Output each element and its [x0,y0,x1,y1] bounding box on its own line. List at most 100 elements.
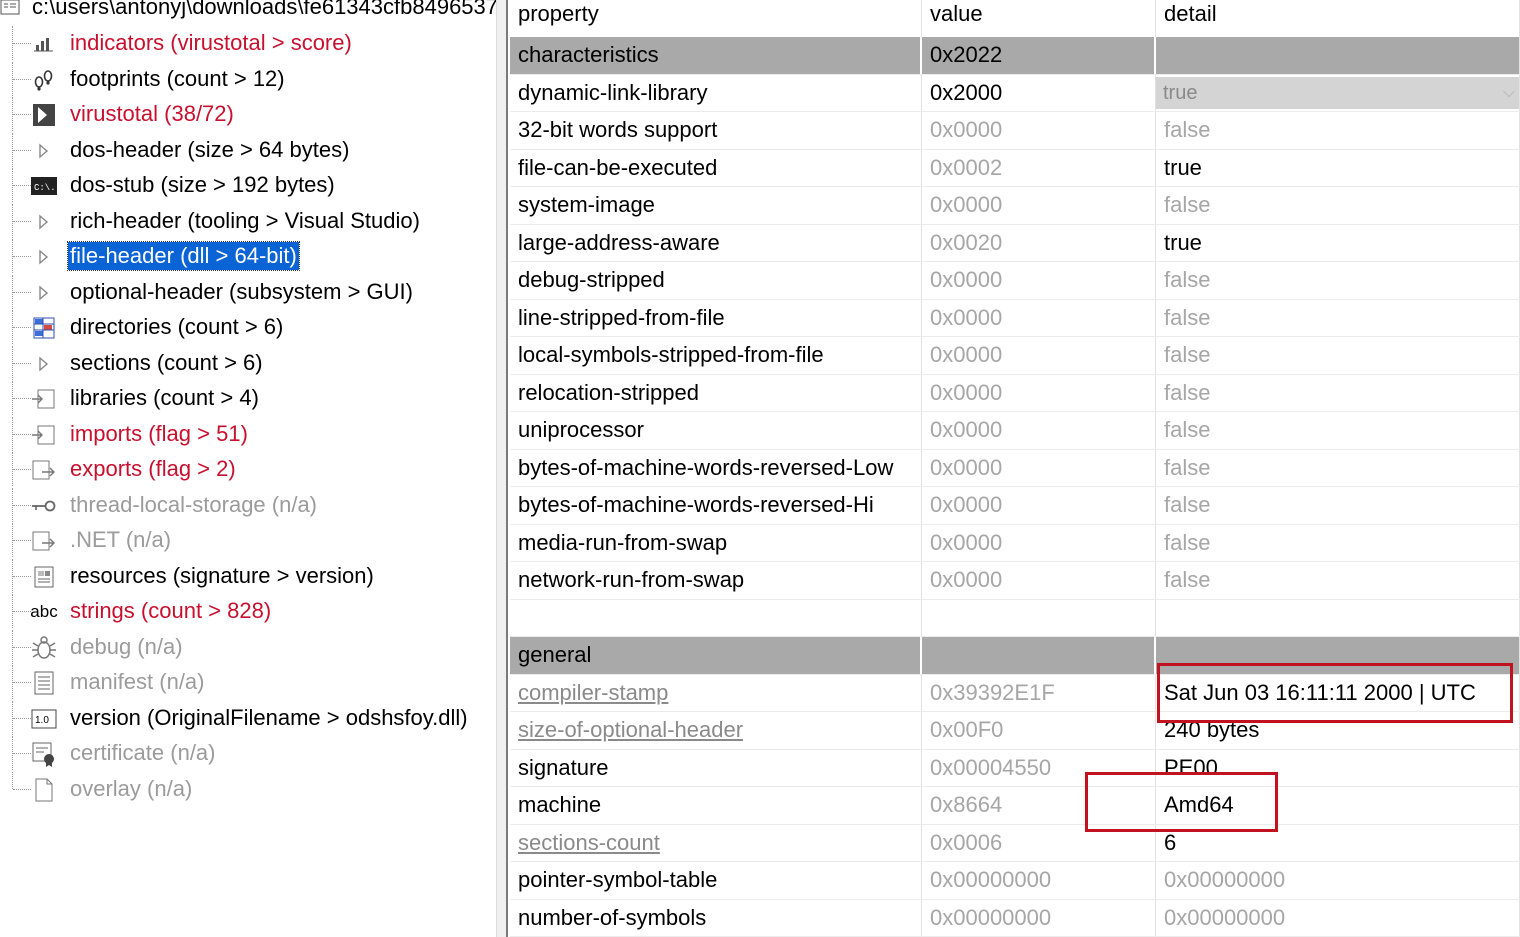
detail-dropdown[interactable]: true ⌵ [1156,76,1519,109]
file-list-icon [0,0,22,17]
column-header-value[interactable]: value [922,0,1156,37]
table-row[interactable]: file-can-be-executed 0x0002 true [510,149,1520,187]
table-row[interactable]: pointer-symbol-table 0x00000000 0x00000000 [510,862,1520,900]
table-row[interactable]: machine 0x8664 Amd64 [510,787,1520,825]
column-header-detail[interactable]: detail [1156,0,1520,37]
column-header-property[interactable]: property [510,0,922,37]
table-row[interactable]: system-image 0x0000 false [510,187,1520,225]
table-row[interactable]: dynamic-link-library 0x2000 true ⌵ [510,74,1520,112]
tree-node-label: optional-header (subsystem > GUI) [70,278,413,304]
certificate-icon [31,742,57,767]
property-link[interactable]: compiler-stamp [518,680,668,705]
expand-arrow-icon[interactable] [31,281,57,305]
tree-connector [12,203,31,238]
property-label: general [518,642,592,667]
table-row[interactable]: network-run-from-swap 0x0000 false [510,562,1520,600]
table-row[interactable]: debug-stripped 0x0000 false [510,262,1520,300]
property-label: local-symbols-stripped-from-file [518,342,824,367]
column-header-detail-label: detail [1164,1,1217,26]
table-row[interactable]: large-address-aware 0x0020 true [510,224,1520,262]
expand-arrow-icon[interactable] [31,352,57,376]
property-label: bytes-of-machine-words-reversed-Low [518,454,894,480]
table-row[interactable]: uniprocessor 0x0000 false [510,412,1520,450]
value-cell: 0x00000000 [922,862,1156,899]
detail-cell: false [1156,374,1520,411]
table-row[interactable]: media-run-from-swap 0x0000 false [510,524,1520,562]
property-cell: machine [510,787,922,824]
tree-node-label: thread-local-storage (n/a) [70,491,318,517]
table-row[interactable]: number-of-symbols 0x00000000 0x00000000 [510,899,1520,937]
table-row[interactable]: size-of-optional-header 0x00F0 240 bytes [510,712,1520,750]
detail-cell: 6 [1156,824,1520,861]
key-icon [31,494,57,518]
tree-root[interactable]: c:\users\antonyj\downloads\fe61343cfb849… [0,0,496,22]
property-grid[interactable]: property value detail characteristics 0x2… [510,0,1520,937]
value-cell: 0x0000 [922,487,1156,524]
resources-icon [31,565,57,589]
property-link[interactable]: size-of-optional-header [518,717,743,742]
property-cell: general [510,637,922,674]
chevron-down-icon[interactable]: ⌵ [1503,77,1515,109]
property-cell: local-symbols-stripped-from-file [510,337,922,374]
tree-connector [12,523,31,557]
table-row[interactable]: line-stripped-from-file 0x0000 false [510,299,1520,337]
tree-connector [12,274,31,309]
tree-connector [12,416,31,451]
detail-cell: false [1156,187,1520,224]
table-row[interactable]: local-symbols-stripped-from-file 0x0000 fa… [510,337,1520,375]
expand-arrow-icon[interactable] [31,210,57,234]
property-label: number-of-symbols [518,904,707,930]
property-label: signature [518,754,609,780]
table-row[interactable]: sections-count 0x0006 6 [510,824,1520,862]
tree-node-label: directories (count > 6) [70,314,284,339]
property-cell: compiler-stamp [510,674,922,711]
detail-cell: PE00 [1156,749,1520,786]
property-label: uniprocessor [518,417,644,442]
detail-cell: false [1156,562,1520,599]
value-cell: 0x8664 [922,787,1156,824]
tree-connector [12,61,31,96]
tree-node-label: overlay (n/a) [70,775,193,801]
tree-node-label: footprints (count > 12) [70,65,285,91]
property-cell: file-can-be-executed [510,149,922,186]
tree-connector [12,736,31,770]
tree-node-label: debug (n/a) [70,633,183,659]
column-header-value-label: value [930,1,983,26]
tree-connector [12,629,31,664]
table-row[interactable]: bytes-of-machine-words-reversed-Low 0x000… [510,449,1520,487]
detail-cell: Sat Jun 03 16:11:11 2000 | UTC [1156,674,1520,711]
value-cell: 0x00004550 [922,749,1156,786]
table-row[interactable]: 32-bit words support 0x0000 false [510,112,1520,150]
detail-cell: false [1156,337,1520,374]
table-row[interactable]: relocation-stripped 0x0000 false [510,374,1520,412]
tree-connector [12,558,31,593]
tree-node-label: exports (flag > 2) [70,456,236,481]
tree-node-label: libraries (count > 4) [70,385,259,410]
property-link[interactable]: sections-count [518,830,660,855]
property-label: large-address-aware [518,229,720,255]
property-label: dynamic-link-library [518,79,708,105]
bar-chart-icon [31,32,57,56]
group-row[interactable]: general [510,637,1520,675]
property-cell: signature [510,749,922,786]
export-icon [31,458,57,482]
table-row[interactable]: signature 0x00004550 PE00 [510,749,1520,787]
version-icon: 1.0 [31,707,57,731]
table-row[interactable]: compiler-stamp 0x39392E1F Sat Jun 03 16:11… [510,674,1520,712]
abc-icon: abc [30,602,58,621]
tree-connector [12,310,31,344]
detail-cell: 0x00000000 [1156,862,1520,899]
group-row[interactable]: characteristics 0x2022 [510,37,1520,75]
tree-connector [12,132,31,167]
splitter[interactable] [496,0,508,937]
detail-dropdown-value: true [1163,81,1198,104]
value-cell: 0x2022 [922,37,1156,74]
expand-arrow-icon[interactable] [31,245,57,269]
detail-cell[interactable]: true ⌵ [1156,74,1520,111]
tree-connector [12,452,31,486]
expand-arrow-icon[interactable] [31,139,57,163]
virustotal-icon [31,103,57,127]
value-cell: 0x0000 [922,449,1156,486]
table-row[interactable]: bytes-of-machine-words-reversed-Hi 0x0000… [510,487,1520,525]
tree-view[interactable]: c:\users\antonyj\downloads\fe61343cfb849… [0,0,496,937]
